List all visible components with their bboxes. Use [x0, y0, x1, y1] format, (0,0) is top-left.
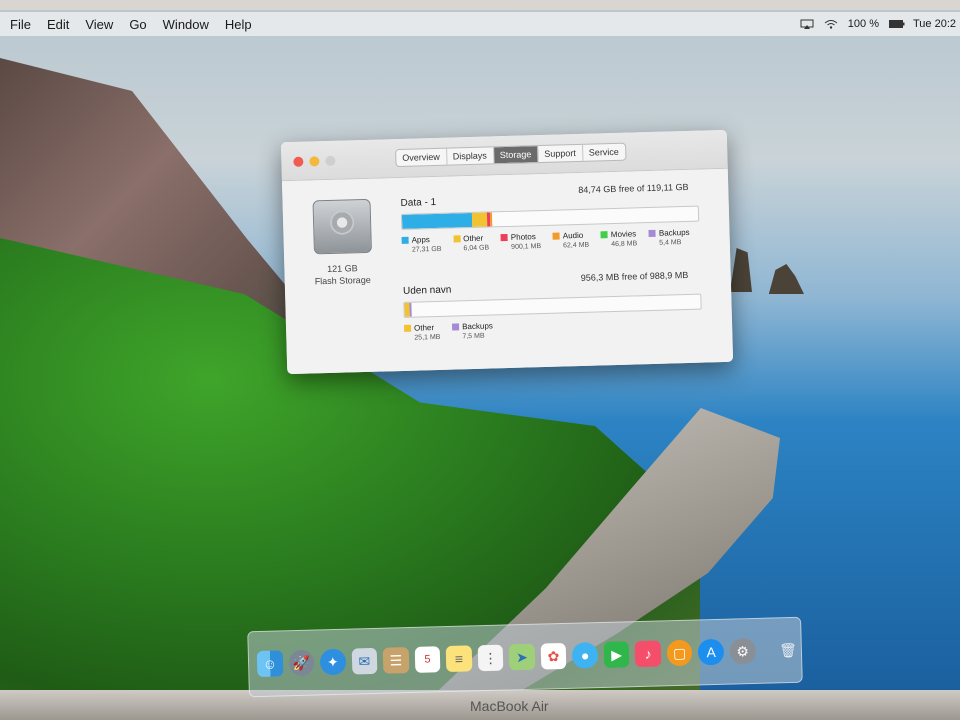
bar-segment-backups: [409, 302, 412, 317]
legend-other: Other 6,04 GB: [453, 234, 489, 253]
tab-displays[interactable]: Displays: [446, 147, 495, 165]
music-icon[interactable]: ♪: [634, 640, 662, 668]
zoom-button[interactable]: [325, 155, 336, 167]
reminders-icon[interactable]: ⋮: [477, 644, 504, 672]
hard-drive-icon: [312, 198, 372, 255]
photos-icon[interactable]: ✿: [540, 642, 567, 670]
storage-bar: [400, 205, 700, 230]
storage-legend: Other 25,1 MB Backups 7,5 MB: [403, 321, 493, 342]
finder-icon[interactable]: ☺: [256, 650, 283, 678]
safari-icon[interactable]: ✦: [319, 648, 346, 676]
storage-pane: 121 GB Flash Storage Data - 1 84,74 GB f…: [281, 168, 734, 375]
menu-window[interactable]: Window: [155, 17, 217, 32]
bar-segment-apps: [401, 212, 473, 229]
trash-icon[interactable]: 🗑: [775, 637, 801, 664]
battery-percent: 100 %: [847, 18, 879, 30]
menu-file[interactable]: File: [0, 17, 39, 32]
legend-backups: Backups 7,5 MB: [452, 321, 493, 340]
storage-legend: Apps 27,31 GB Other 6,04 GB Photos 900,1 MB…: [401, 228, 690, 254]
wallpaper-islet: [768, 264, 804, 294]
battery-icon[interactable]: [888, 19, 905, 29]
menu-edit[interactable]: Edit: [39, 17, 77, 32]
legend-movies: Movies 46,8 MB: [600, 229, 637, 248]
disk-capacity: 121 GB: [327, 263, 358, 275]
bar-segment-other: [471, 212, 488, 227]
legend-apps: Apps 27,31 GB: [401, 235, 442, 254]
wallpaper-islet-small: [730, 248, 752, 292]
bar-segment-audio: [489, 212, 493, 227]
menu-clock[interactable]: Tue 20:2: [913, 18, 956, 30]
launchpad-icon[interactable]: 🚀: [288, 649, 315, 677]
menu-go[interactable]: Go: [121, 17, 154, 32]
bezel-bottom: MacBook Air: [0, 690, 960, 720]
system-preferences-icon[interactable]: ⚙: [729, 637, 756, 665]
bezel-model-label: MacBook Air: [470, 698, 549, 714]
maps-icon[interactable]: ➤: [508, 643, 536, 671]
tab-bar: Overview Displays Storage Support Servic…: [395, 142, 627, 168]
tab-support[interactable]: Support: [538, 144, 584, 163]
wifi-icon[interactable]: [824, 19, 838, 29]
volume-free-space: 84,74 GB free of 119,11 GB: [578, 181, 689, 195]
facetime-icon[interactable]: ▶: [603, 641, 630, 668]
tab-storage[interactable]: Storage: [493, 146, 539, 164]
bezel-top: [0, 0, 960, 10]
contacts-icon[interactable]: ☰: [382, 647, 410, 674]
disk-type: Flash Storage: [314, 274, 371, 287]
tab-overview[interactable]: Overview: [396, 148, 448, 167]
volume-name: Data - 1: [400, 196, 437, 209]
messages-icon[interactable]: ●: [571, 642, 599, 669]
tab-service[interactable]: Service: [583, 144, 625, 161]
storage-bar: [403, 293, 702, 318]
legend-photos: Photos 900,1 MB: [500, 232, 541, 251]
calendar-icon[interactable]: 5: [414, 646, 441, 673]
notes-icon[interactable]: ≡: [445, 645, 473, 673]
minimize-button[interactable]: [309, 156, 320, 167]
legend-audio: Audio 62,4 MB: [552, 231, 589, 250]
about-this-mac-window: Overview Displays Storage Support Servic…: [280, 129, 734, 375]
close-button[interactable]: [293, 156, 304, 167]
legend-other: Other 25,1 MB: [403, 323, 441, 342]
status-area: 100 % Tue 20:2: [800, 12, 960, 36]
menu-bar: File Edit View Go Window Help 100 % Tue …: [0, 12, 960, 36]
app-store-icon[interactable]: A: [698, 638, 725, 666]
volume-free-space: 956,3 MB free of 988,9 MB: [580, 269, 689, 283]
menu-help[interactable]: Help: [217, 17, 260, 32]
volume-name: Uden navn: [402, 284, 452, 297]
mail-icon[interactable]: ✉: [351, 647, 378, 675]
airplay-icon[interactable]: [800, 19, 814, 29]
menu-view[interactable]: View: [77, 17, 121, 32]
legend-backups: Backups 5,4 MB: [648, 228, 690, 247]
books-icon[interactable]: ▢: [666, 639, 693, 667]
